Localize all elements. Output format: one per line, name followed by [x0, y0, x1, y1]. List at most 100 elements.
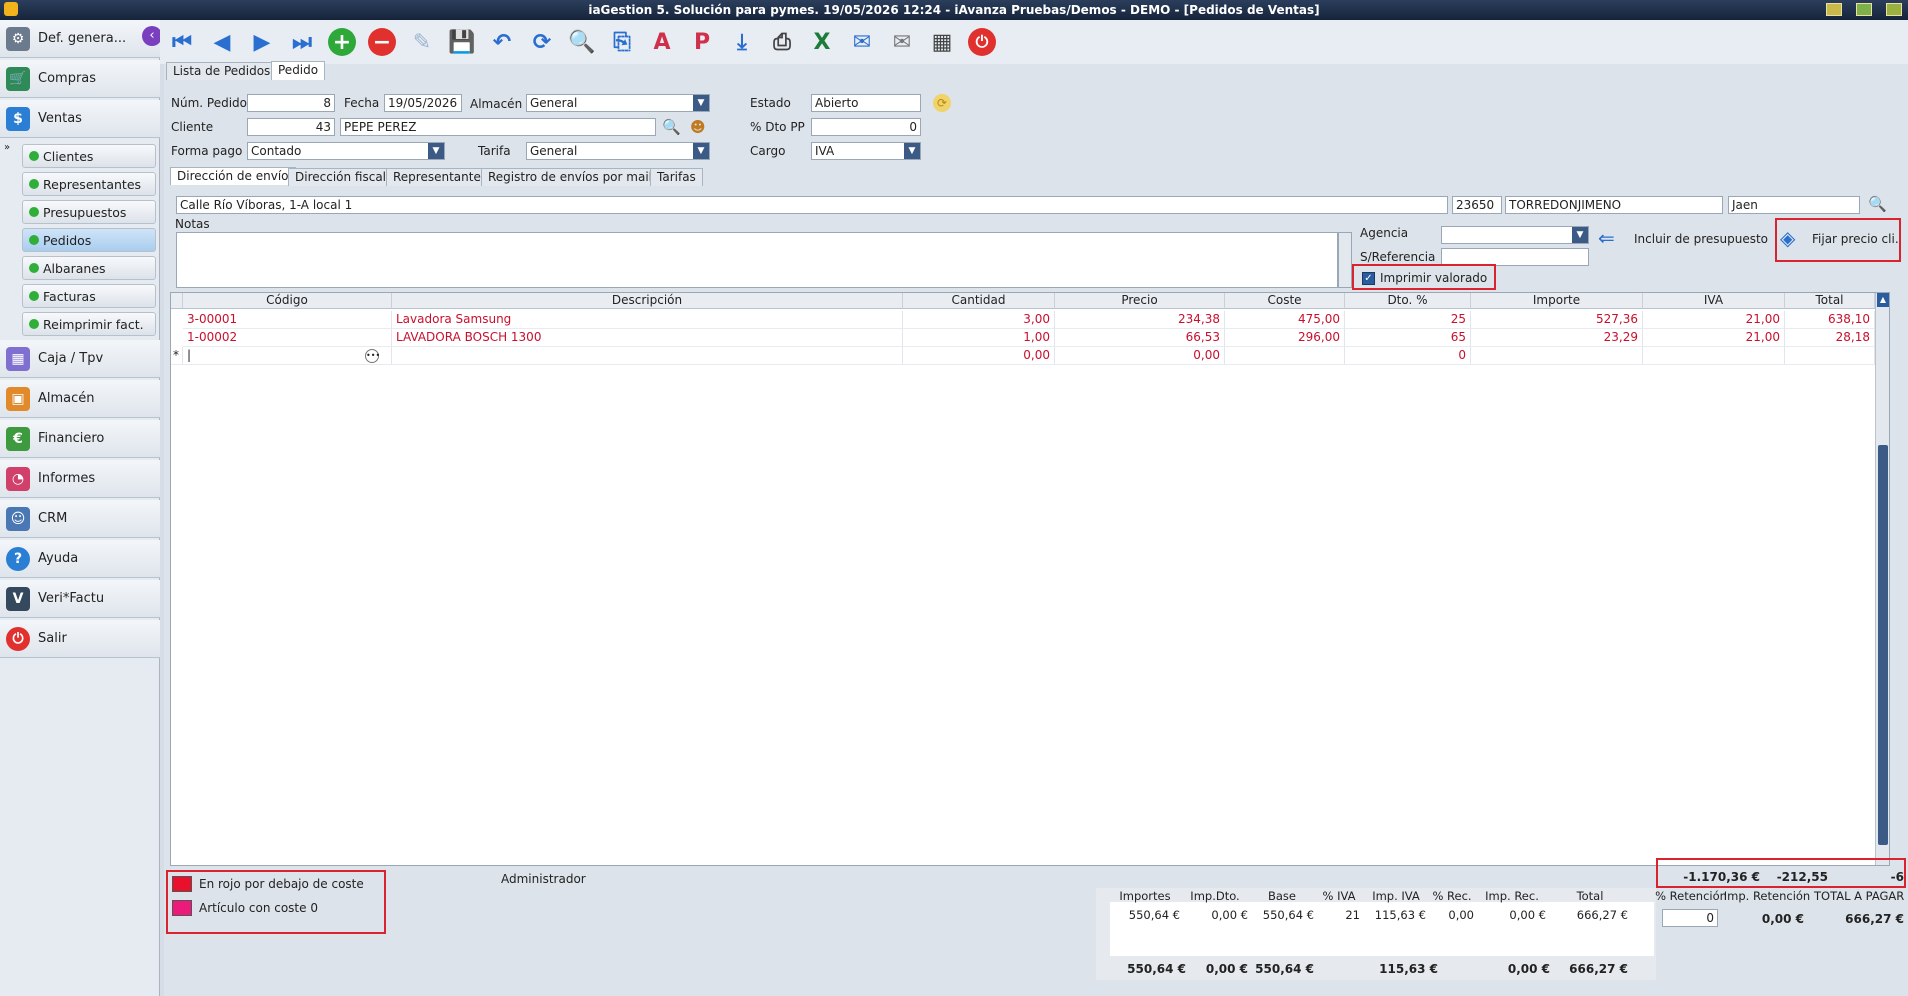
email-icon[interactable]: ✉ — [848, 28, 876, 56]
chevron-down-icon[interactable]: ▼ — [693, 143, 709, 159]
more-options-icon[interactable]: ••• — [365, 349, 380, 363]
chevron-down-icon[interactable]: ▼ — [693, 95, 709, 111]
subtab-representante[interactable]: Representante — [386, 168, 488, 186]
sidebar-item-ventas[interactable]: $ Ventas — [0, 100, 160, 138]
cargo-select[interactable]: IVA ▼ — [811, 142, 921, 160]
close-icon[interactable] — [1886, 3, 1902, 16]
incluir-presupuesto-label[interactable]: Incluir de presupuesto — [1634, 232, 1768, 246]
table-cell[interactable]: 527,36 — [1471, 311, 1643, 329]
previous-record-icon[interactable]: ◀ — [208, 28, 236, 56]
notes-textarea[interactable] — [176, 232, 1338, 288]
table-cell[interactable]: 21,00 — [1643, 329, 1785, 347]
city-field[interactable]: TORREDONJIMENO — [1505, 196, 1723, 214]
table-cell-codigo-new[interactable]: | — [183, 347, 392, 365]
expand-chevron-icon[interactable]: » — [4, 142, 10, 153]
calculator-icon[interactable]: ▦ — [928, 28, 956, 56]
subtab-registro-envios[interactable]: Registro de envíos por mail — [481, 168, 659, 186]
table-cell[interactable]: 28,18 — [1785, 329, 1875, 347]
scroll-up-icon[interactable]: ▲ — [1877, 293, 1889, 307]
notes-scrollbar[interactable] — [1338, 232, 1352, 288]
table-cell[interactable]: 3,00 — [903, 311, 1055, 329]
table-cell[interactable]: 1,00 — [903, 329, 1055, 347]
table-cell[interactable]: 0 — [1345, 347, 1471, 365]
retencion-field[interactable]: 0 — [1662, 909, 1718, 927]
sidebar-item-ayuda[interactable]: ? Ayuda — [0, 540, 160, 578]
estado-field[interactable]: Abierto — [811, 94, 921, 112]
cliente-code-field[interactable]: 43 — [247, 118, 335, 136]
subtab-direccion-envio[interactable]: Dirección de envío — [170, 167, 296, 185]
first-record-icon[interactable]: ⏮ — [168, 28, 196, 56]
table-cell[interactable] — [392, 347, 903, 365]
cliente-name-field[interactable]: PEPE PEREZ — [340, 118, 656, 136]
street-field[interactable]: Calle Río Víboras, 1-A local 1 — [176, 196, 1448, 214]
table-cell[interactable]: 65 — [1345, 329, 1471, 347]
table-cell[interactable]: 475,00 — [1225, 311, 1345, 329]
table-cell[interactable]: Lavadora Samsung — [392, 311, 903, 329]
refresh-icon[interactable]: ⟳ — [528, 28, 556, 56]
client-lookup-icon[interactable]: ☻ — [690, 118, 706, 136]
tab-lista-pedidos[interactable]: Lista de Pedidos — [166, 62, 278, 80]
sidebar-subitem-presupuestos[interactable]: Presupuestos — [22, 200, 156, 224]
scrollbar-thumb[interactable] — [1878, 445, 1888, 845]
table-cell[interactable] — [1785, 347, 1875, 365]
sidebar-item-salir[interactable]: ⏻ Salir — [0, 620, 160, 658]
sidebar-item-compras[interactable]: 🛒 Compras — [0, 60, 160, 98]
sidebar-subitem-pedidos[interactable]: Pedidos — [22, 228, 156, 252]
forma-pago-select[interactable]: Contado ▼ — [247, 142, 445, 160]
subtab-direccion-fiscal[interactable]: Dirección fiscal — [288, 168, 394, 186]
sidebar-subitem-reimprimir[interactable]: Reimprimir fact. — [22, 312, 156, 336]
table-header-dto[interactable]: Dto. % — [1345, 293, 1471, 309]
zip-field[interactable]: 23650 — [1452, 196, 1502, 214]
search-document-icon[interactable]: 🔍 — [568, 28, 596, 56]
sidebar-header[interactable]: ⚙ Def. genera... — [0, 20, 160, 58]
table-cell[interactable]: 23,29 — [1471, 329, 1643, 347]
table-header-total[interactable]: Total — [1785, 293, 1875, 309]
num-pedido-field[interactable]: 8 — [247, 94, 335, 112]
next-record-icon[interactable]: ▶ — [248, 28, 276, 56]
table-cell[interactable] — [1225, 347, 1345, 365]
subtab-tarifas[interactable]: Tarifas — [650, 168, 703, 186]
undo-icon[interactable]: ↶ — [488, 28, 516, 56]
table-cell[interactable]: 1-00002 — [183, 329, 392, 347]
dto-pp-field[interactable]: 0 — [811, 118, 921, 136]
table-cell[interactable]: 0,00 — [1055, 347, 1225, 365]
sidebar-item-almacen[interactable]: ▣ Almacén — [0, 380, 160, 418]
table-cell[interactable]: 66,53 — [1055, 329, 1225, 347]
table-header-importe[interactable]: Importe — [1471, 293, 1643, 309]
province-field[interactable]: Jaen — [1728, 196, 1860, 214]
almacen-select[interactable]: General ▼ — [526, 94, 710, 112]
search-icon[interactable]: 🔍 — [662, 118, 681, 136]
sidebar-item-caja[interactable]: ▦ Caja / Tpv — [0, 340, 160, 378]
table-cell[interactable]: 296,00 — [1225, 329, 1345, 347]
table-cell[interactable]: 234,38 — [1055, 311, 1225, 329]
export-icon[interactable]: ⤓ — [728, 28, 756, 56]
fecha-field[interactable]: 19/05/2026 — [384, 94, 462, 112]
table-cell[interactable] — [1471, 347, 1643, 365]
include-quote-icon[interactable]: ⇐ — [1598, 226, 1615, 250]
chevron-down-icon[interactable]: ▼ — [428, 143, 444, 159]
collapse-sidebar-button[interactable]: ‹ — [142, 26, 162, 46]
sidebar-item-financiero[interactable]: € Financiero — [0, 420, 160, 458]
sidebar-subitem-albaranes[interactable]: Albaranes — [22, 256, 156, 280]
add-icon[interactable]: + — [328, 28, 356, 56]
report-icon[interactable]: A — [648, 28, 676, 56]
table-header-descripcion[interactable]: Descripción — [392, 293, 903, 309]
tab-pedido[interactable]: Pedido — [271, 61, 326, 80]
sidebar-subitem-facturas[interactable]: Facturas — [22, 284, 156, 308]
table-header-cantidad[interactable]: Cantidad — [903, 293, 1055, 309]
table-header-precio[interactable]: Precio — [1055, 293, 1225, 309]
pdf-icon[interactable]: P — [688, 28, 716, 56]
excel-icon[interactable]: X — [808, 28, 836, 56]
last-record-icon[interactable]: ⏭ — [288, 28, 316, 56]
status-refresh-icon[interactable]: ⟳ — [933, 94, 951, 112]
table-cell[interactable]: LAVADORA BOSCH 1300 — [392, 329, 903, 347]
delete-icon[interactable]: − — [368, 28, 396, 56]
table-cell[interactable]: 3-00001 — [183, 311, 392, 329]
table-cell[interactable]: 638,10 — [1785, 311, 1875, 329]
agencia-select[interactable]: ▼ — [1441, 226, 1589, 244]
sidebar-item-verifactu[interactable]: V Veri*Factu — [0, 580, 160, 618]
maximize-icon[interactable] — [1856, 3, 1872, 16]
power-off-icon[interactable]: ⏻ — [968, 28, 996, 56]
table-header-codigo[interactable]: Código — [183, 293, 392, 309]
address-search-icon[interactable]: 🔍 — [1868, 195, 1887, 213]
